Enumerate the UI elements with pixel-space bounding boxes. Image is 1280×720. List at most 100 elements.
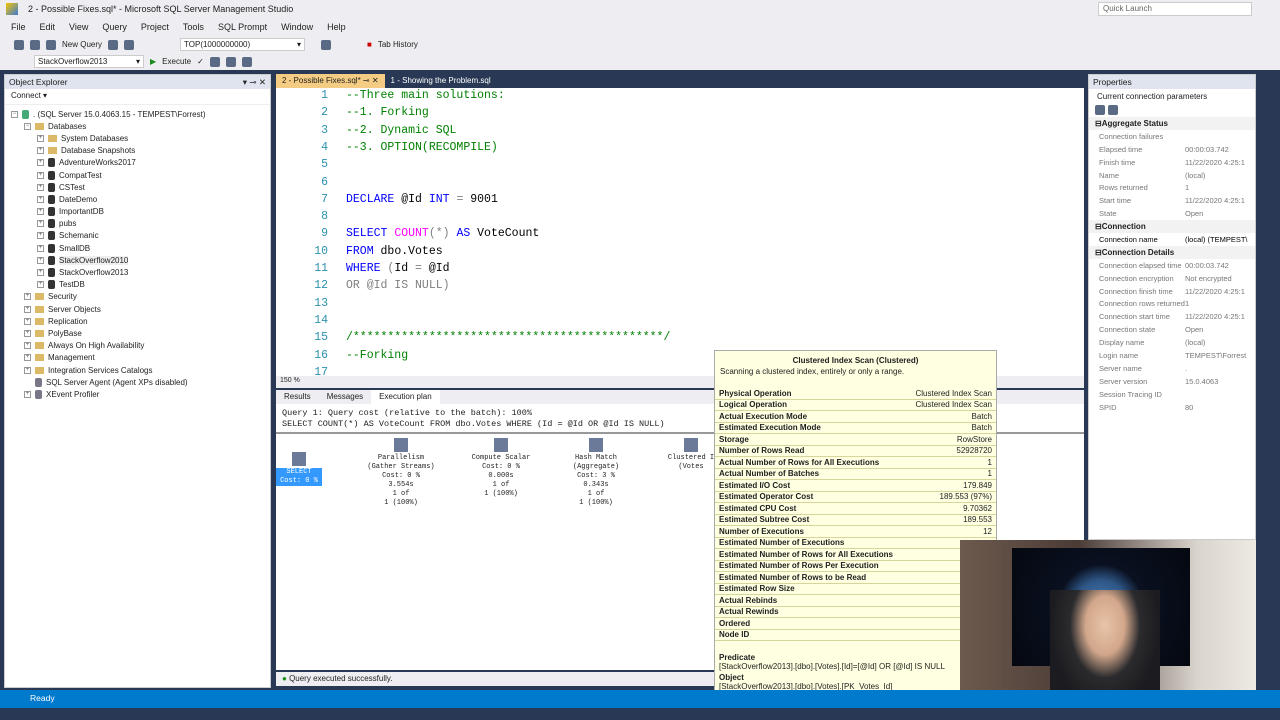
- expand-toggle-icon[interactable]: +: [37, 183, 44, 191]
- expand-toggle-icon[interactable]: +: [24, 342, 31, 350]
- tree-item[interactable]: + CSTest: [11, 181, 264, 193]
- back-icon[interactable]: [14, 39, 24, 50]
- plan-node[interactable]: Compute Scalar Cost: 0 % 0.000s 1 of 1 (100%…: [456, 438, 546, 499]
- tree-item[interactable]: + Integration Services Catalogs: [11, 364, 264, 376]
- database-select[interactable]: StackOverflow2013 ▾: [34, 55, 144, 68]
- tree-item[interactable]: + AdventureWorks2017: [11, 157, 264, 169]
- code-editor[interactable]: 1 --Three main solutions: 2 --1. Forking 3 --…: [276, 88, 1084, 379]
- tab-results[interactable]: Results: [276, 390, 319, 404]
- property-row[interactable]: Login name TEMPEST\Forrest: [1089, 349, 1255, 362]
- expand-toggle-icon[interactable]: +: [24, 305, 31, 313]
- property-row[interactable]: Elapsed time 00:00:03.742: [1089, 143, 1255, 156]
- tree-item[interactable]: + CompatTest: [11, 169, 264, 181]
- results-grid-icon[interactable]: [225, 56, 236, 67]
- property-row[interactable]: SPID 80: [1089, 401, 1255, 414]
- cut-icon[interactable]: [108, 39, 119, 50]
- property-row[interactable]: Connection start time 11/22/2020 4:25:1: [1089, 310, 1255, 323]
- expand-toggle-icon[interactable]: +: [37, 134, 44, 142]
- plan-node[interactable]: Hash Match (Aggregate) Cost: 3 % 0.343s 1 of…: [551, 438, 641, 508]
- property-row[interactable]: Connection finish time 11/22/2020 4:25:1: [1089, 285, 1255, 298]
- property-row[interactable]: Connection encryption Not encrypted: [1089, 272, 1255, 285]
- close-icon[interactable]: ▾ ⊸ ✕: [243, 77, 266, 87]
- menu-view[interactable]: View: [69, 22, 88, 32]
- expand-toggle-icon[interactable]: +: [37, 159, 44, 167]
- property-row[interactable]: Name (local): [1089, 169, 1255, 182]
- tab-messages[interactable]: Messages: [319, 390, 371, 404]
- tree-item[interactable]: + Database Snapshots: [11, 145, 264, 157]
- tree-item[interactable]: + Always On High Availability: [11, 340, 264, 352]
- new-query-button[interactable]: New Query: [62, 40, 102, 49]
- menu-help[interactable]: Help: [327, 22, 346, 32]
- tree-item[interactable]: + SmallDB: [11, 242, 264, 254]
- property-row[interactable]: Server name.: [1089, 362, 1255, 375]
- property-row[interactable]: Connection failures: [1089, 130, 1255, 143]
- comment-icon[interactable]: [241, 56, 252, 67]
- tree-item[interactable]: + Replication: [11, 315, 264, 327]
- tree-item[interactable]: + Security: [11, 291, 264, 303]
- menu-sql-prompt[interactable]: SQL Prompt: [218, 22, 267, 32]
- alphabetical-icon[interactable]: [1107, 105, 1118, 115]
- tree-item[interactable]: − Databases: [11, 120, 264, 132]
- property-row[interactable]: Server version 15.0.4063: [1089, 375, 1255, 388]
- expand-toggle-icon[interactable]: +: [37, 281, 44, 289]
- quick-launch-input[interactable]: Quick Launch: [1098, 2, 1252, 16]
- property-row[interactable]: Session Tracing ID: [1089, 388, 1255, 401]
- property-row[interactable]: Display name (local): [1089, 336, 1255, 349]
- expand-toggle-icon[interactable]: +: [37, 147, 44, 155]
- expand-toggle-icon[interactable]: +: [37, 208, 44, 216]
- expand-toggle-icon[interactable]: +: [37, 171, 44, 179]
- expand-toggle-icon[interactable]: +: [37, 269, 44, 277]
- connect-button[interactable]: Connect ▾: [5, 89, 270, 105]
- display-plan-icon[interactable]: [209, 56, 220, 67]
- menu-project[interactable]: Project: [141, 22, 169, 32]
- expand-toggle-icon[interactable]: +: [24, 390, 31, 398]
- execute-button[interactable]: Execute: [162, 57, 191, 66]
- tree-item[interactable]: − . (SQL Server 15.0.4063.15 - TEMPEST\Fo…: [11, 108, 264, 120]
- tree-item[interactable]: + StackOverflow2010: [11, 254, 264, 266]
- property-category[interactable]: ⊟ Connection: [1089, 220, 1255, 234]
- menu-file[interactable]: File: [11, 22, 26, 32]
- menu-window[interactable]: Window: [281, 22, 313, 32]
- tools-icon[interactable]: [321, 39, 332, 50]
- menu-query[interactable]: Query: [102, 22, 127, 32]
- property-row[interactable]: Connection state Open: [1089, 323, 1255, 336]
- tree-item[interactable]: + PolyBase: [11, 327, 264, 339]
- expand-toggle-icon[interactable]: +: [37, 195, 44, 203]
- expand-toggle-icon[interactable]: −: [24, 122, 31, 130]
- tree-item[interactable]: SQL Server Agent (Agent XPs disabled): [11, 376, 264, 388]
- tab-execution-plan[interactable]: Execution plan: [371, 390, 440, 404]
- property-category[interactable]: ⊟ Aggregate Status: [1089, 117, 1255, 130]
- plan-node[interactable]: Parallelism (Gather Streams) Cost: 0 % 3.55…: [356, 438, 446, 508]
- tree-item[interactable]: + System Databases: [11, 132, 264, 144]
- new-project-icon[interactable]: [30, 39, 40, 50]
- tree-item[interactable]: + TestDB: [11, 279, 264, 291]
- expand-toggle-icon[interactable]: +: [37, 244, 44, 252]
- document-tab[interactable]: 1 - Showing the Problem.sql: [385, 74, 497, 88]
- property-row[interactable]: Finish time 11/22/2020 4:25:1: [1089, 156, 1255, 169]
- tree-item[interactable]: + Server Objects: [11, 303, 264, 315]
- categorized-icon[interactable]: [1095, 105, 1105, 115]
- tree-item[interactable]: + DateDemo: [11, 193, 264, 205]
- tree-item[interactable]: + XEvent Profiler: [11, 388, 264, 400]
- expand-toggle-icon[interactable]: +: [37, 232, 44, 240]
- tree-item[interactable]: + ImportantDB: [11, 206, 264, 218]
- property-row[interactable]: Rows returned 1: [1089, 181, 1255, 194]
- property-row[interactable]: Connection name (local) (TEMPEST\: [1089, 233, 1255, 246]
- menu-tools[interactable]: Tools: [183, 22, 204, 32]
- expand-toggle-icon[interactable]: +: [24, 329, 31, 337]
- plan-node[interactable]: SELECT Cost: 0 %: [276, 452, 322, 486]
- expand-toggle-icon[interactable]: +: [24, 354, 31, 362]
- tree-item[interactable]: + pubs: [11, 218, 264, 230]
- property-row[interactable]: Connection rows returned 1: [1089, 297, 1255, 310]
- property-category[interactable]: ⊟ Connection Details: [1089, 245, 1255, 259]
- expand-toggle-icon[interactable]: +: [37, 256, 44, 264]
- parse-icon[interactable]: ✓: [197, 57, 204, 66]
- property-row[interactable]: Start time 11/22/2020 4:25:1: [1089, 194, 1255, 207]
- top-combo[interactable]: TOP(1000000000) ▾: [180, 38, 306, 51]
- expand-toggle-icon[interactable]: −: [11, 110, 18, 118]
- expand-toggle-icon[interactable]: +: [24, 317, 31, 325]
- tree-item[interactable]: + Schemanic: [11, 230, 264, 242]
- menu-edit[interactable]: Edit: [40, 22, 56, 32]
- tree-item[interactable]: + Management: [11, 352, 264, 364]
- expand-toggle-icon[interactable]: +: [24, 293, 31, 301]
